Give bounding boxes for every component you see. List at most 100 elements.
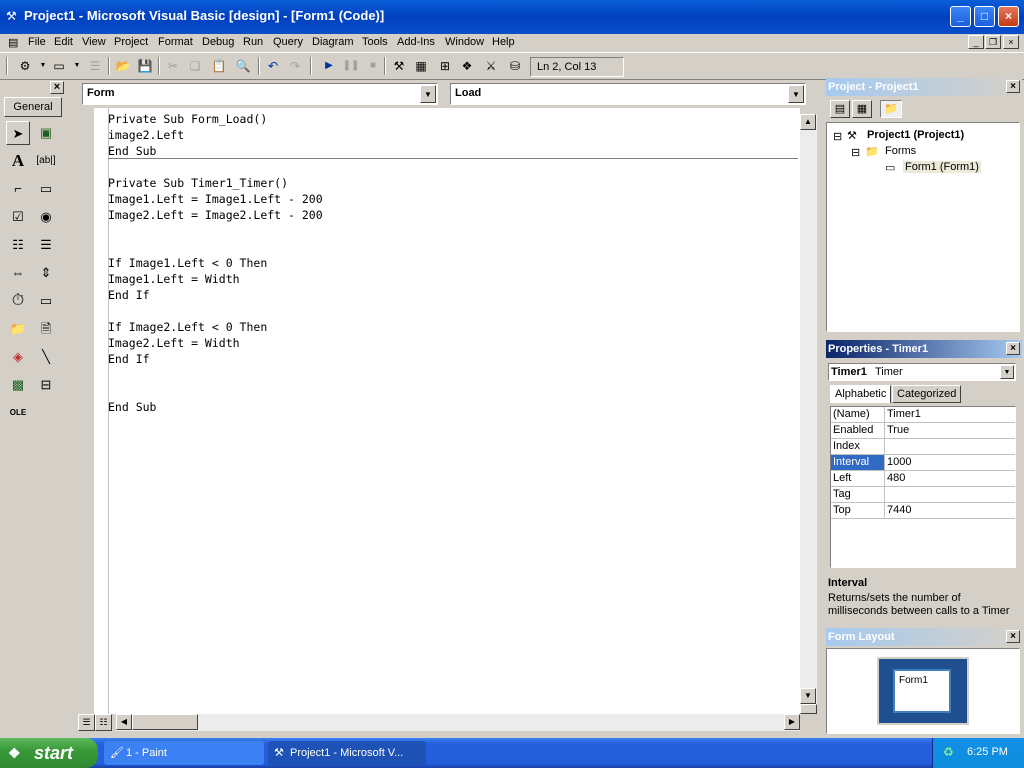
expand-collapse-icon[interactable]: ⊟ xyxy=(833,130,842,143)
timer-tool-icon[interactable]: ⏱ xyxy=(6,289,30,313)
code-line[interactable]: End If xyxy=(108,351,323,367)
project-panel-title[interactable]: Project - Project1 × xyxy=(826,78,1022,96)
code-line[interactable]: If Image2.Left < 0 Then xyxy=(108,319,323,335)
code-line[interactable]: End If xyxy=(108,287,323,303)
code-line[interactable]: End Sub xyxy=(108,399,323,415)
code-line[interactable] xyxy=(108,383,323,399)
data-tool-icon[interactable]: ⊟ xyxy=(34,373,58,397)
code-line[interactable]: Image2.Left = Image2.Left - 200 xyxy=(108,207,323,223)
code-margin[interactable] xyxy=(94,108,109,714)
object-selector[interactable]: Timer1 Timer ▼ xyxy=(828,363,1016,381)
frame-tool-icon[interactable]: ⌐ xyxy=(6,177,30,201)
property-value[interactable]: 7440 xyxy=(887,503,1015,518)
code-line[interactable] xyxy=(108,223,323,239)
close-icon[interactable]: × xyxy=(1006,342,1020,355)
property-row[interactable]: Interval 1000 xyxy=(831,455,1015,471)
menu-run[interactable]: Run xyxy=(243,36,263,48)
property-row[interactable]: Index xyxy=(831,439,1015,455)
stop-icon[interactable]: ■ xyxy=(364,58,382,74)
horizontal-scrollbar[interactable]: ◀ ▶ xyxy=(116,714,800,731)
object-browser-icon[interactable]: ❖ xyxy=(458,58,476,74)
scroll-left-icon[interactable]: ◀ xyxy=(116,714,132,730)
toolbar-grip[interactable] xyxy=(6,57,8,75)
dirlistbox-tool-icon[interactable]: 📁 xyxy=(6,317,30,341)
form-layout-icon[interactable]: ⊞ xyxy=(436,58,454,74)
property-value[interactable]: Timer1 xyxy=(887,407,1015,422)
code-line[interactable]: Private Sub Timer1_Timer() xyxy=(108,175,323,191)
taskbar-item-vb[interactable]: ⚒ Project1 - Microsoft V... xyxy=(268,741,426,765)
menu-diagram[interactable]: Diagram xyxy=(312,36,354,48)
code-line[interactable]: End Sub xyxy=(108,143,323,159)
chevron-down-icon[interactable]: ▼ xyxy=(68,58,86,74)
vscrollbar-tool-icon[interactable]: ⇕ xyxy=(34,261,58,285)
listbox-tool-icon[interactable]: ☰ xyxy=(34,233,58,257)
menu-view[interactable]: View xyxy=(82,36,106,48)
combobox-tool-icon[interactable]: ☷ xyxy=(6,233,30,257)
code-line[interactable]: Image1.Left = Width xyxy=(108,271,323,287)
toggle-folders-icon[interactable]: 📁 xyxy=(880,100,902,118)
tab-categorized[interactable]: Categorized xyxy=(892,385,962,403)
menu-add-ins[interactable]: Add-Ins xyxy=(397,36,435,48)
pointer-tool-icon[interactable]: ➤ xyxy=(6,121,30,145)
chevron-down-icon[interactable]: ▼ xyxy=(1000,365,1014,379)
property-value[interactable]: True xyxy=(887,423,1015,438)
copy-icon[interactable]: ❏ xyxy=(186,58,204,74)
line-tool-icon[interactable]: ╲ xyxy=(34,345,58,369)
cut-icon[interactable]: ✂ xyxy=(164,58,182,74)
form-layout-title[interactable]: Form Layout × xyxy=(826,628,1022,646)
code-line[interactable] xyxy=(108,239,323,255)
drivelistbox-tool-icon[interactable]: ▭ xyxy=(34,289,58,313)
full-module-view-icon[interactable]: ☷ xyxy=(95,714,112,731)
vb-app-icon[interactable]: ⚒ xyxy=(6,9,17,23)
textbox-tool-icon[interactable]: [ab|] xyxy=(34,149,58,173)
close-button[interactable]: × xyxy=(998,6,1019,27)
tree-item-form1[interactable]: Form1 (Form1) xyxy=(903,161,981,173)
add-form-icon[interactable]: ▭ xyxy=(50,58,68,74)
save-icon[interactable]: 💾 xyxy=(136,58,154,74)
optionbutton-tool-icon[interactable]: ◉ xyxy=(34,205,58,229)
code-line[interactable]: If Image1.Left < 0 Then xyxy=(108,255,323,271)
property-row[interactable]: Tag xyxy=(831,487,1015,503)
mdi-restore-button[interactable]: ❐ xyxy=(985,35,1001,49)
add-project-icon[interactable]: ⚙ xyxy=(16,58,34,74)
expand-collapse-icon[interactable]: ⊟ xyxy=(851,146,860,159)
menu-project[interactable]: Project xyxy=(114,36,148,48)
redo-icon[interactable]: ↷ xyxy=(286,58,304,74)
code-line[interactable]: Image2.Left = Width xyxy=(108,335,323,351)
procedure-combo[interactable]: Load ▼ xyxy=(450,83,806,105)
horizontal-scroll-thumb[interactable] xyxy=(132,714,198,730)
menu-tools[interactable]: Tools xyxy=(362,36,388,48)
start-button[interactable]: ❖ start xyxy=(0,738,98,768)
maximize-button[interactable]: □ xyxy=(974,6,995,27)
image-tool-icon[interactable]: ▩ xyxy=(6,373,30,397)
code-window-icon[interactable]: ▤ xyxy=(8,36,18,49)
break-icon[interactable]: ❚❚ xyxy=(342,58,360,74)
code-editor[interactable]: Private Sub Form_Load() image2.Left End Su… xyxy=(94,108,800,714)
menu-debug[interactable]: Debug xyxy=(202,36,234,48)
menu-editor-icon[interactable]: ☰ xyxy=(86,58,104,74)
code-line[interactable]: Private Sub Form_Load() xyxy=(108,111,323,127)
property-row[interactable]: (Name) Timer1 xyxy=(831,407,1015,423)
view-code-icon[interactable]: ▤ xyxy=(830,100,850,118)
scroll-right-icon[interactable]: ▶ xyxy=(784,714,800,730)
property-row[interactable]: Top 7440 xyxy=(831,503,1015,519)
vertical-scrollbar[interactable]: ▲ ▼ xyxy=(800,114,817,704)
object-combo[interactable]: Form ▼ xyxy=(82,83,438,105)
shape-tool-icon[interactable]: ◈ xyxy=(6,345,30,369)
menu-format[interactable]: Format xyxy=(158,36,193,48)
code-line[interactable]: Image1.Left = Image1.Left - 200 xyxy=(108,191,323,207)
view-object-icon[interactable]: ▦ xyxy=(852,100,872,118)
properties-window-icon[interactable]: ▦ xyxy=(412,58,430,74)
checkbox-tool-icon[interactable]: ☑ xyxy=(6,205,30,229)
properties-panel-title[interactable]: Properties - Timer1 × xyxy=(826,340,1022,358)
clock[interactable]: 6:25 PM xyxy=(967,746,1008,758)
code-text[interactable]: Private Sub Form_Load() image2.Left End Su… xyxy=(108,111,323,415)
property-value[interactable]: 480 xyxy=(887,471,1015,486)
toolbox-tab-general[interactable]: General xyxy=(4,97,62,117)
menu-edit[interactable]: Edit xyxy=(54,36,73,48)
data-view-icon[interactable]: ⛁ xyxy=(506,58,524,74)
code-line[interactable] xyxy=(108,159,323,175)
property-row[interactable]: Enabled True xyxy=(831,423,1015,439)
undo-icon[interactable]: ↶ xyxy=(264,58,282,74)
minimize-button[interactable]: _ xyxy=(950,6,971,27)
